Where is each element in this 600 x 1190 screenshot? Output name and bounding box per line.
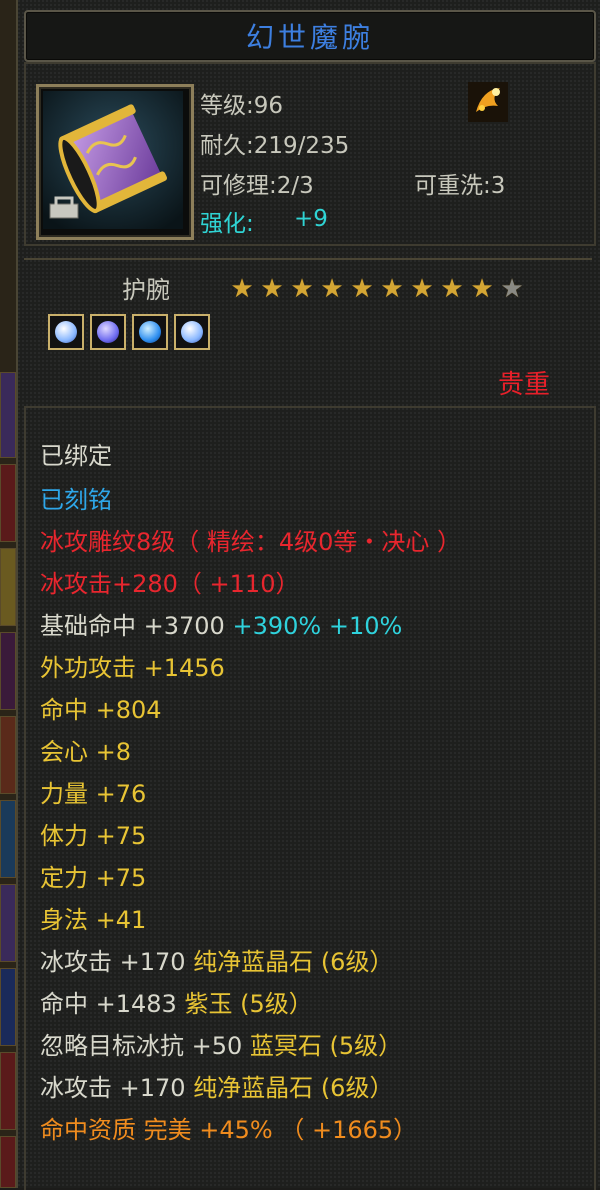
hit-attr: 命中 +804 (40, 696, 162, 724)
ext-attack-attr: 外功攻击 +1456 (40, 654, 225, 682)
gem2-stat: 命中 +1483 (40, 990, 177, 1018)
side-slot[interactable] (0, 632, 16, 710)
aptitude-attr: 命中资质 完美 +45% （ +1665） (40, 1116, 418, 1144)
base-hit-pct: +390% (232, 612, 322, 640)
star-icon: ★ (410, 274, 434, 304)
side-slot[interactable] (0, 548, 16, 626)
star-icon: ★ (380, 274, 404, 304)
carving-attr: 冰攻雕纹8级（ 精绘：4级0等・决心 ） (40, 528, 462, 556)
side-slot[interactable] (0, 372, 16, 458)
star-empty-icon: ★ (500, 274, 524, 304)
star-icon: ★ (440, 274, 464, 304)
side-slot[interactable] (0, 968, 16, 1046)
crit-attr: 会心 +8 (40, 738, 132, 766)
gem-icon (97, 321, 119, 343)
gem4-stat: 冰攻击 +170 (40, 1074, 186, 1102)
item-name: 幻世魔腕 (245, 21, 374, 54)
focus-attr: 定力 +75 (40, 864, 147, 892)
gem1-name: 纯净蓝晶石 (6级） (193, 948, 394, 976)
gem-slot-4[interactable] (174, 314, 210, 350)
gem3-stat: 忽略目标冰抗 +50 (40, 1032, 243, 1060)
gem2-name: 紫玉 (5级） (184, 990, 313, 1018)
gem-icon (139, 321, 161, 343)
gem-slot-3[interactable] (132, 314, 168, 350)
item-enhance-value: +9 (294, 206, 328, 232)
side-slot[interactable] (0, 800, 16, 878)
star-rating: ★ ★ ★ ★ ★ ★ ★ ★ ★ ★ (228, 276, 526, 302)
left-edge-strip (0, 0, 16, 1188)
side-slot[interactable] (0, 464, 16, 542)
stamina-attr: 体力 +75 (40, 822, 147, 850)
base-hit-attr: 基础命中 +3700 +390% +10% (40, 606, 402, 641)
gem-icon (55, 321, 77, 343)
base-hit-pct2: +10% (328, 612, 403, 640)
item-repairable: 可修理:2/3 (200, 173, 314, 199)
side-slot[interactable] (0, 1052, 16, 1130)
item-title-bar: 幻世魔腕 (24, 10, 596, 62)
gem-icon (181, 321, 203, 343)
gem1-attr: 冰攻击 +170 纯净蓝晶石 (6级） (40, 942, 393, 977)
gem-slot-2[interactable] (90, 314, 126, 350)
gem1-stat: 冰攻击 +170 (40, 948, 186, 976)
item-rarity: 贵重 (498, 370, 551, 400)
ice-attack-attr: 冰攻击+280（ +110） (40, 570, 300, 598)
sparkle-icon[interactable] (468, 82, 508, 122)
agility-attr: 身法 +41 (40, 906, 147, 934)
item-durability: 耐久:219/235 (200, 133, 350, 159)
gem3-name: 蓝冥石 (5级） (249, 1032, 403, 1060)
star-icon: ★ (260, 274, 284, 304)
star-icon: ★ (470, 274, 494, 304)
item-level: 等级:96 (200, 93, 284, 119)
gem4-name: 纯净蓝晶石 (6级） (193, 1074, 394, 1102)
star-icon: ★ (230, 274, 254, 304)
side-slot[interactable] (0, 716, 16, 794)
star-icon: ★ (290, 274, 314, 304)
gem-slots (48, 314, 210, 350)
item-type: 护腕 (122, 276, 170, 304)
item-enhance-label: 强化: (200, 211, 254, 237)
gem4-attr: 冰攻击 +170 纯净蓝晶石 (6级） (40, 1068, 393, 1103)
bound-status: 已绑定 (40, 442, 112, 470)
engraved-status: 已刻铭 (40, 486, 112, 514)
gem2-attr: 命中 +1483 紫玉 (5级） (40, 984, 313, 1019)
item-rewash: 可重洗:3 (414, 173, 506, 199)
side-slot[interactable] (0, 884, 16, 962)
side-slot[interactable] (0, 1136, 16, 1188)
divider (24, 258, 592, 260)
star-icon: ★ (350, 274, 374, 304)
lock-icon (49, 196, 79, 219)
star-icon: ★ (320, 274, 344, 304)
gem3-attr: 忽略目标冰抗 +50 蓝冥石 (5级） (40, 1026, 402, 1061)
gem-slot-1[interactable] (48, 314, 84, 350)
strength-attr: 力量 +76 (40, 780, 147, 808)
base-hit-label: 基础命中 +3700 (40, 612, 225, 640)
